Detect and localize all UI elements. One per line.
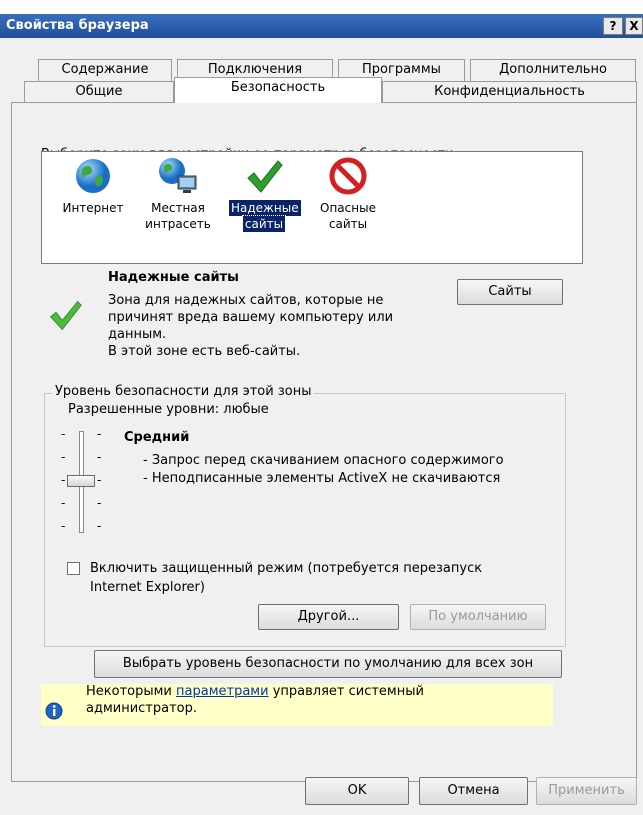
no-entry-icon xyxy=(329,157,367,195)
admin-info-post: управляет системный xyxy=(268,684,424,699)
admin-info-text: Некоторыми параметрами управляет системн… xyxy=(86,683,424,717)
level-description-line: - Запрос перед скачиванием опасного соде… xyxy=(143,453,504,468)
zone-info-desc-line: причинят вреда вашему компьютеру или xyxy=(108,310,394,325)
zone-restricted-label2: сайты xyxy=(328,217,368,231)
slider-tick: - xyxy=(61,427,66,441)
protected-mode-checkbox[interactable] xyxy=(67,562,80,575)
security-level-slider[interactable]: - - - - - - - - - - xyxy=(58,427,108,537)
level-name: Средний xyxy=(124,430,190,445)
protected-mode-label[interactable]: Включить защищенный режим (потребуется п… xyxy=(90,561,482,576)
zone-intranet-label2: интрасеть xyxy=(145,217,211,231)
slider-tick: - xyxy=(61,473,66,487)
title-bar[interactable]: Свойства браузера ? X xyxy=(0,14,643,38)
admin-info-line2: администратор. xyxy=(86,701,198,716)
tab-content[interactable]: Содержание xyxy=(38,59,172,81)
apply-button[interactable]: Применить xyxy=(536,777,637,805)
slider-tick: - xyxy=(97,519,102,533)
zone-info-description: Зона для надежных сайтов, которые не при… xyxy=(108,292,393,360)
cancel-button[interactable]: Отмена xyxy=(419,777,528,805)
slider-thumb[interactable] xyxy=(67,475,95,487)
close-button[interactable]: X xyxy=(625,17,643,35)
zone-trusted-label1: Надежные xyxy=(228,199,302,217)
zone-internet-label: Интернет xyxy=(62,201,124,215)
sites-button[interactable]: Сайты xyxy=(457,279,563,305)
checkmark-icon xyxy=(247,160,283,193)
help-button[interactable]: ? xyxy=(603,17,623,35)
zone-info-desc-line: данным. xyxy=(108,327,167,342)
slider-tick: - xyxy=(61,519,66,533)
slider-tick: - xyxy=(97,427,102,441)
zone-restricted-label1: Опасные xyxy=(320,201,376,215)
zone-info-desc-line: Зона для надежных сайтов, которые не xyxy=(108,293,384,308)
tab-privacy[interactable]: Конфиденциальность xyxy=(382,81,637,103)
ok-button[interactable]: OK xyxy=(305,777,409,805)
allowed-levels-text: Разрешенные уровни: любые xyxy=(68,402,269,417)
slider-tick: - xyxy=(97,473,102,487)
zone-trusted-label2: сайты xyxy=(241,215,287,233)
tab-advanced[interactable]: Дополнительно xyxy=(470,59,636,81)
globe-icon xyxy=(76,159,110,193)
intranet-icon xyxy=(159,158,197,193)
tab-general[interactable]: Общие xyxy=(24,81,174,103)
slider-tick: - xyxy=(97,496,102,510)
window-title: Свойства браузера xyxy=(6,18,149,33)
default-level-button[interactable]: По умолчанию xyxy=(410,604,546,630)
protected-mode-label[interactable]: Internet Explorer) xyxy=(90,580,205,595)
slider-tick: - xyxy=(97,450,102,464)
zone-trusted[interactable]: Надежные сайты xyxy=(228,156,302,233)
zone-intranet[interactable]: Местная интрасеть xyxy=(143,156,213,232)
slider-tick: - xyxy=(61,450,66,464)
level-description-line: - Неподписанные элементы ActiveX не скач… xyxy=(143,471,501,486)
tab-security[interactable]: Безопасность xyxy=(174,77,382,103)
slider-tick: - xyxy=(61,496,66,510)
zone-info-desc-line: В этой зоне есть веб-сайты. xyxy=(108,344,301,359)
zone-info-title: Надежные сайты xyxy=(108,270,239,285)
info-icon xyxy=(45,702,63,720)
security-level-legend: Уровень безопасности для этой зоны xyxy=(52,384,315,399)
zone-intranet-label1: Местная xyxy=(151,201,205,215)
zone-list[interactable]: Интернет Местная интрасеть Надежные сайт… xyxy=(41,151,583,264)
reset-all-zones-button[interactable]: Выбрать уровень безопасности по умолчани… xyxy=(94,650,562,678)
zone-internet[interactable]: Интернет xyxy=(58,156,128,216)
admin-info-pre: Некоторыми xyxy=(86,684,177,699)
settings-link[interactable]: параметрами xyxy=(176,684,269,699)
zone-restricted[interactable]: Опасные сайты xyxy=(313,156,383,232)
custom-level-button[interactable]: Другой... xyxy=(258,604,399,630)
checkmark-icon xyxy=(49,300,82,331)
